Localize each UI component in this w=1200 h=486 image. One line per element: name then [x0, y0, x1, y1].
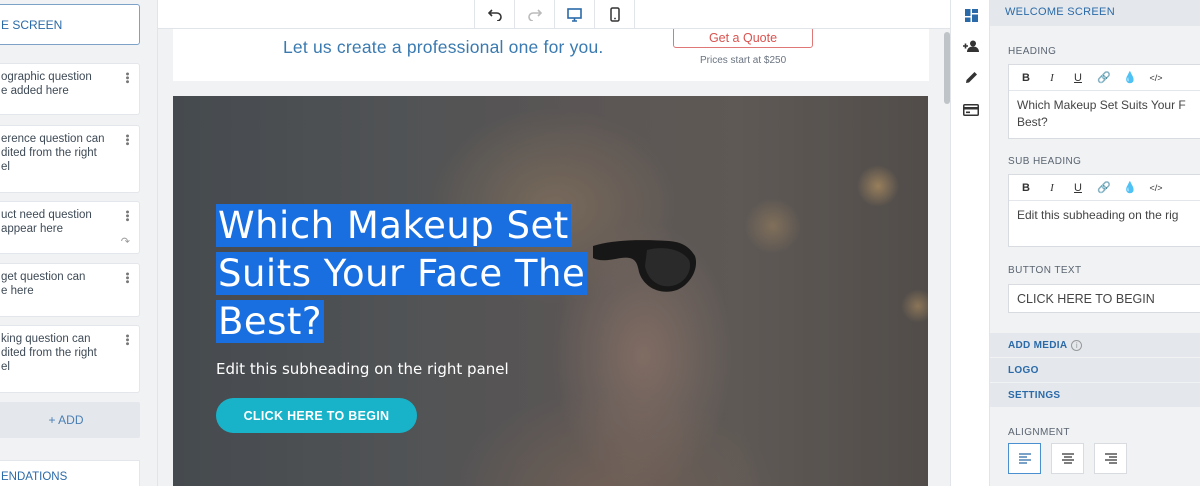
alignment-label: ALIGNMENT: [1008, 427, 1070, 438]
logo-label: LOGO: [1008, 364, 1039, 376]
align-center-icon: [1061, 453, 1074, 464]
subheading-input[interactable]: Edit this subheading on the rig: [1009, 201, 1200, 230]
panel-title: WELCOME SCREEN: [990, 0, 1200, 26]
question-card-text: ographic question e added here: [1, 71, 92, 97]
redo-button[interactable]: [515, 0, 555, 29]
bold-icon[interactable]: B: [1013, 175, 1039, 201]
add-media-section[interactable]: ADD MEDIA i: [990, 333, 1200, 357]
heading-editor[interactable]: B I U 🔗 💧 </> Which Makeup Set Suits You…: [1008, 64, 1200, 139]
logo-section[interactable]: LOGO: [990, 358, 1200, 382]
heading-input[interactable]: Which Makeup Set Suits Your F Best?: [1009, 91, 1200, 137]
get-quote-button[interactable]: Get a Quote: [673, 29, 813, 48]
settings-label: SETTINGS: [1008, 389, 1061, 401]
align-right-icon: [1104, 453, 1117, 464]
question-card-text: uct need question appear here: [1, 209, 92, 235]
question-card-demographic[interactable]: ographic question e added here •••: [0, 63, 140, 115]
welcome-screen-label: E SCREEN: [1, 17, 63, 32]
subheading-editor[interactable]: B I U 🔗 💧 </> Edit this subheading on th…: [1008, 174, 1200, 247]
dashboard-icon: [964, 8, 978, 22]
questions-sidebar: E SCREEN ographic question e added here …: [0, 0, 158, 486]
info-icon: i: [1071, 339, 1083, 351]
button-text-input[interactable]: CLICK HERE TO BEGIN: [1008, 284, 1200, 313]
more-options-icon[interactable]: •••: [121, 272, 133, 284]
price-text: Prices start at $250: [700, 55, 787, 66]
pencil-icon: [965, 71, 977, 83]
layout-panel-button[interactable]: [951, 0, 991, 30]
question-card-text: king question can dited from the right e…: [1, 333, 97, 373]
add-question-label: + ADD: [48, 413, 84, 427]
properties-panel: WELCOME SCREEN HEADING B I U 🔗 💧 </> Whi…: [990, 0, 1200, 486]
color-drop-icon[interactable]: 💧: [1117, 65, 1143, 91]
promo-text: Let us create a professional one for you…: [283, 37, 604, 57]
editor-toolbar: [158, 0, 950, 29]
welcome-screen-item[interactable]: E SCREEN: [0, 4, 140, 45]
bold-icon[interactable]: B: [1013, 65, 1039, 91]
desktop-icon: [567, 7, 582, 22]
add-media-label: ADD MEDIA: [1008, 339, 1068, 351]
align-center-button[interactable]: [1051, 443, 1084, 474]
question-card-product-need[interactable]: uct need question appear here ••• ↷: [0, 201, 140, 254]
settings-section[interactable]: SETTINGS: [990, 383, 1200, 407]
question-card-text: get question can e here: [1, 271, 86, 297]
branch-icon: ↷: [120, 236, 130, 248]
preview-canvas: Let us create a professional one for you…: [158, 29, 950, 486]
more-options-icon[interactable]: •••: [121, 210, 133, 222]
italic-icon[interactable]: I: [1039, 175, 1065, 201]
undo-icon: [487, 8, 502, 21]
design-panel-button[interactable]: [951, 62, 991, 92]
credit-card-icon: [963, 104, 979, 116]
code-icon[interactable]: </>: [1143, 175, 1169, 201]
recommendations-label: ENDATIONS: [1, 471, 68, 483]
promo-banner: Let us create a professional one for you…: [173, 29, 929, 81]
code-icon[interactable]: </>: [1143, 65, 1169, 91]
begin-button[interactable]: CLICK HERE TO BEGIN: [216, 398, 417, 433]
add-question-button[interactable]: + ADD: [0, 402, 140, 438]
heading-line: Suits Your Face The: [216, 252, 588, 295]
question-card-budget[interactable]: get question can e here •••: [0, 263, 140, 317]
underline-icon[interactable]: U: [1065, 65, 1091, 91]
heading-line: Best?: [216, 300, 325, 343]
mobile-icon: [609, 7, 620, 22]
question-card-preference[interactable]: erence question can dited from the right…: [0, 125, 140, 193]
question-card-ranking[interactable]: king question can dited from the right e…: [0, 325, 140, 393]
welcome-heading[interactable]: Which Makeup Set Suits Your Face The Bes…: [216, 202, 636, 346]
heading-field-label: HEADING: [1008, 46, 1057, 57]
welcome-subheading[interactable]: Edit this subheading on the right panel: [216, 360, 509, 378]
align-left-button[interactable]: [1008, 443, 1041, 474]
panel-icon-rail: [950, 0, 990, 486]
link-icon[interactable]: 🔗: [1091, 65, 1117, 91]
add-user-icon: [963, 40, 979, 52]
recommendations-item[interactable]: ENDATIONS: [0, 460, 140, 486]
undo-button[interactable]: [475, 0, 515, 29]
color-drop-icon[interactable]: 💧: [1117, 175, 1143, 201]
alignment-buttons: [1008, 443, 1127, 474]
underline-icon[interactable]: U: [1065, 175, 1091, 201]
leads-panel-button[interactable]: [951, 31, 991, 61]
subheading-field-label: SUB HEADING: [1008, 156, 1082, 167]
question-card-text: erence question can dited from the right…: [1, 133, 105, 173]
welcome-hero: Which Makeup Set Suits Your Face The Bes…: [173, 96, 928, 486]
align-right-button[interactable]: [1094, 443, 1127, 474]
align-left-icon: [1018, 453, 1031, 464]
payment-panel-button[interactable]: [951, 95, 991, 125]
button-text-field-label: BUTTON TEXT: [1008, 265, 1082, 276]
heading-format-toolbar: B I U 🔗 💧 </>: [1009, 65, 1200, 91]
subheading-format-toolbar: B I U 🔗 💧 </>: [1009, 175, 1200, 201]
link-icon[interactable]: 🔗: [1091, 175, 1117, 201]
mobile-view-button[interactable]: [595, 0, 635, 29]
desktop-view-button[interactable]: [555, 0, 595, 29]
heading-line: Which Makeup Set: [216, 204, 571, 247]
more-options-icon[interactable]: •••: [121, 72, 133, 84]
italic-icon[interactable]: I: [1039, 65, 1065, 91]
more-options-icon[interactable]: •••: [121, 334, 133, 346]
redo-icon: [527, 8, 542, 21]
toolbar-button-group: [474, 0, 635, 29]
more-options-icon[interactable]: •••: [121, 134, 133, 146]
